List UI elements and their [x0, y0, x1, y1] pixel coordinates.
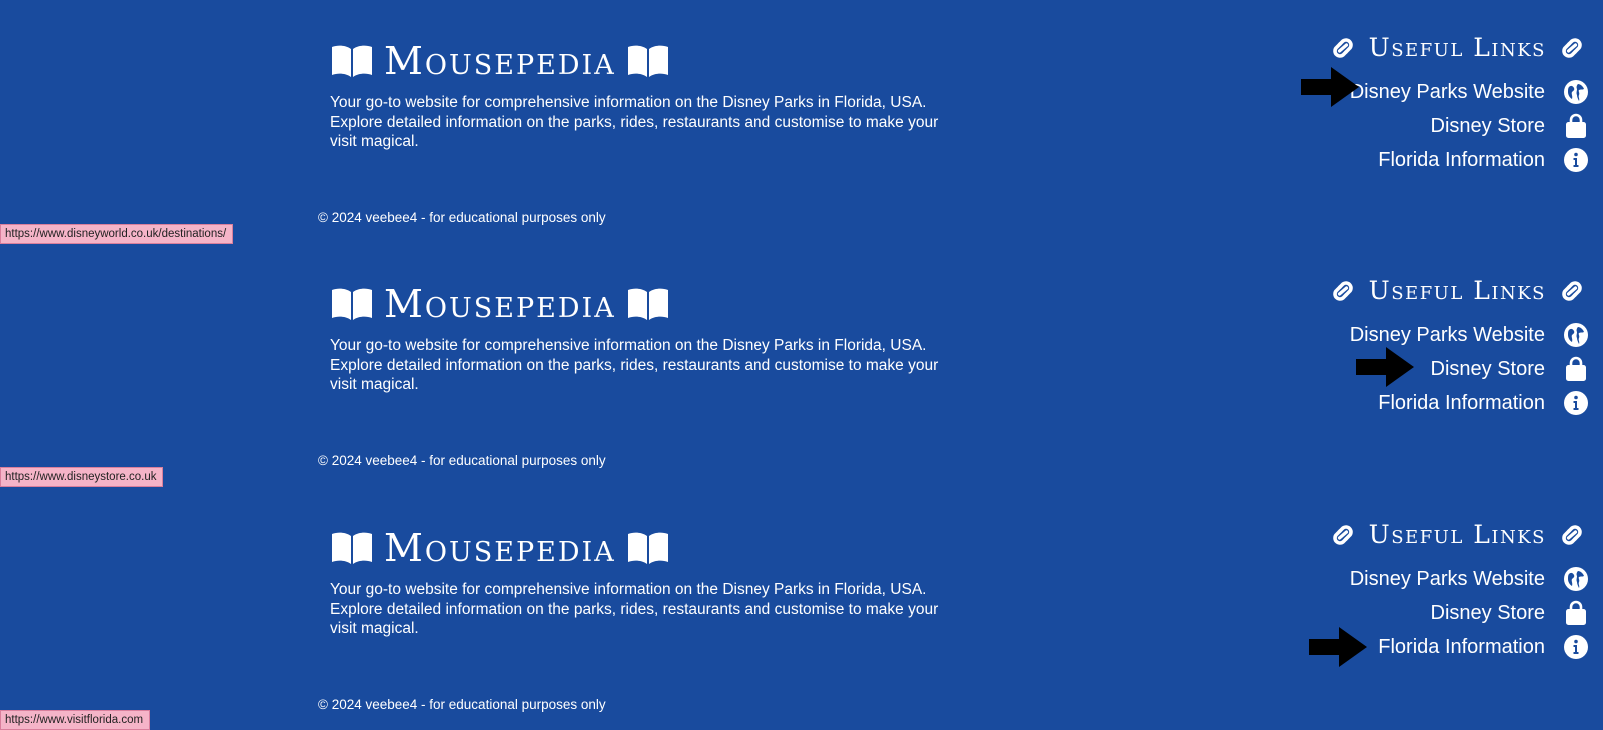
open-book-icon	[627, 45, 668, 77]
globe-icon	[1564, 323, 1588, 347]
link-label: Disney Store	[1430, 602, 1546, 624]
open-book-icon	[627, 288, 668, 320]
link-icon	[1562, 281, 1582, 301]
disney-store-link[interactable]: Disney Store	[1431, 354, 1590, 384]
link-label: Disney Parks Website	[1349, 568, 1545, 590]
open-book-icon	[332, 45, 372, 77]
globe-icon	[1564, 567, 1588, 591]
pointer-arrow-icon	[1301, 67, 1359, 107]
link-label: Disney Store	[1430, 358, 1546, 380]
info-circle-icon	[1564, 635, 1588, 659]
pointer-arrow-icon	[1309, 627, 1367, 667]
copyright-notice: © 2024 veebee4 - for educational purpose…	[318, 453, 606, 468]
status-bar-url: https://www.disneystore.co.uk	[0, 467, 164, 487]
open-book-icon	[332, 532, 372, 564]
shopping-bag-icon	[1566, 600, 1586, 625]
useful-links-title: Useful Links	[1368, 276, 1546, 305]
footer-panel-1: Mousepedia Your go-to website for compre…	[0, 0, 1603, 243]
globe-icon	[1564, 80, 1588, 104]
site-tagline: Your go-to website for comprehensive inf…	[330, 94, 939, 150]
link-label: Disney Parks Website	[1349, 81, 1545, 103]
copyright-notice: © 2024 veebee4 - for educational purpose…	[318, 210, 606, 225]
link-label: Disney Parks Website	[1349, 324, 1545, 346]
footer-panel-2: Mousepedia Your go-to website for compre…	[0, 243, 1603, 486]
status-bar-url: https://www.visitflorida.com	[0, 710, 151, 730]
disney-parks-website-link[interactable]: Disney Parks Website	[1350, 77, 1589, 107]
site-title: Mousepedia	[384, 526, 616, 570]
link-icon	[1562, 38, 1582, 58]
florida-information-link[interactable]: Florida Information	[1378, 388, 1589, 418]
disney-parks-website-link[interactable]: Disney Parks Website	[1350, 320, 1589, 350]
open-book-icon	[627, 532, 668, 564]
info-circle-icon	[1564, 391, 1588, 415]
useful-links-heading: Useful Links	[1327, 30, 1588, 66]
shopping-bag-icon	[1566, 113, 1586, 138]
site-title: Mousepedia	[384, 39, 616, 83]
brand-heading: Mousepedia	[330, 281, 670, 327]
site-title: Mousepedia	[384, 282, 616, 326]
link-label: Florida Information	[1378, 392, 1545, 414]
copyright-notice: © 2024 veebee4 - for educational purpose…	[318, 697, 606, 712]
disney-parks-website-link[interactable]: Disney Parks Website	[1350, 564, 1589, 594]
florida-information-link[interactable]: Florida Information	[1378, 145, 1589, 175]
info-circle-icon	[1564, 148, 1588, 172]
brand-heading: Mousepedia	[330, 38, 670, 84]
site-tagline: Your go-to website for comprehensive inf…	[330, 581, 939, 637]
site-tagline: Your go-to website for comprehensive inf…	[330, 337, 939, 393]
status-bar-url: https://www.disneyworld.co.uk/destinatio…	[0, 224, 234, 244]
florida-information-link[interactable]: Florida Information	[1378, 632, 1589, 662]
link-label: Disney Store	[1430, 115, 1546, 137]
link-icon	[1562, 525, 1582, 545]
useful-links-title: Useful Links	[1368, 33, 1546, 62]
pointer-arrow-icon	[1356, 347, 1414, 387]
disney-store-link[interactable]: Disney Store	[1431, 111, 1590, 141]
footer-panel-3: Mousepedia Your go-to website for compre…	[0, 487, 1603, 730]
link-icon	[1332, 525, 1353, 545]
useful-links-title: Useful Links	[1368, 520, 1546, 549]
open-book-icon	[332, 288, 372, 320]
brand-heading: Mousepedia	[330, 525, 670, 571]
useful-links-heading: Useful Links	[1327, 273, 1588, 309]
useful-links-heading: Useful Links	[1327, 517, 1588, 553]
disney-store-link[interactable]: Disney Store	[1431, 598, 1590, 628]
shopping-bag-icon	[1566, 356, 1586, 381]
link-icon	[1332, 281, 1353, 301]
link-label: Florida Information	[1378, 636, 1545, 658]
link-icon	[1332, 38, 1353, 58]
link-label: Florida Information	[1378, 149, 1545, 171]
